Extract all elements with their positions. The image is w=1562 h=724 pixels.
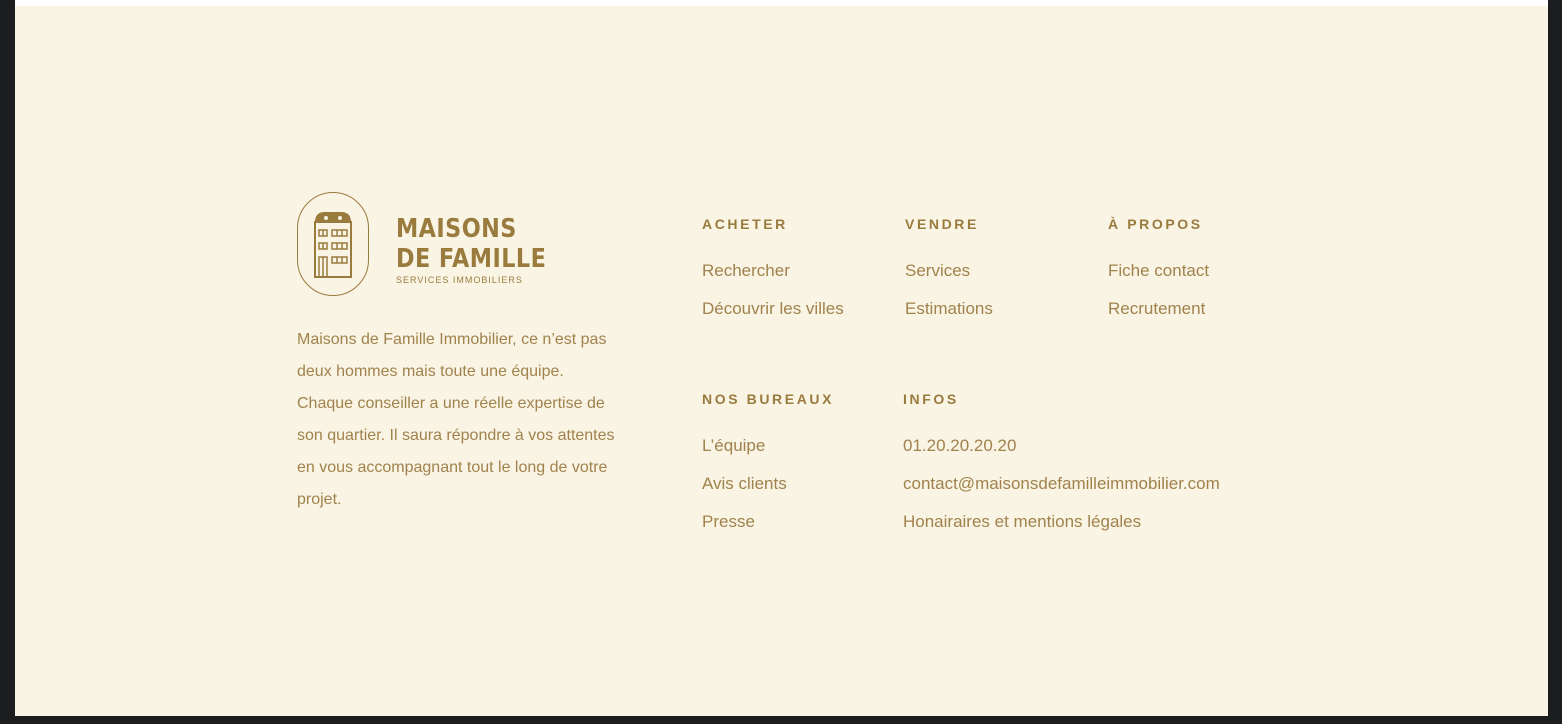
link-services[interactable]: Services: [905, 252, 993, 290]
link-presse[interactable]: Presse: [702, 503, 834, 541]
logo-wordmark[interactable]: MAISONS DE FAMILLE SERVICES IMMOBILIERS: [396, 214, 571, 285]
link-mentions-legales[interactable]: Honairaires et mentions légales: [903, 503, 1220, 541]
link-rechercher[interactable]: Rechercher: [702, 252, 844, 290]
footer-column-acheter: ACHETER Rechercher Découvrir les villes: [702, 215, 844, 328]
link-fiche-contact[interactable]: Fiche contact: [1108, 252, 1209, 290]
about-text: Maisons de Famille Immobilier, ce n’est …: [297, 331, 615, 508]
logo-line-2: DE FAMILLE: [396, 244, 547, 274]
link-decouvrir-les-villes[interactable]: Découvrir les villes: [702, 290, 844, 328]
column-title: À PROPOS: [1108, 216, 1203, 232]
logo-line-1: MAISONS: [396, 214, 517, 244]
link-avis-clients[interactable]: Avis clients: [702, 465, 834, 503]
column-title: VENDRE: [905, 216, 979, 232]
footer-column-a-propos: À PROPOS Fiche contact Recrutement: [1108, 215, 1209, 328]
link-estimations[interactable]: Estimations: [905, 290, 993, 328]
link-equipe[interactable]: L’équipe: [702, 427, 834, 465]
link-phone[interactable]: 01.20.20.20.20: [903, 427, 1220, 465]
footer-column-infos: INFOS 01.20.20.20.20 contact@maisonsdefa…: [903, 390, 1220, 541]
link-recrutement[interactable]: Recrutement: [1108, 290, 1209, 328]
column-title: NOS BUREAUX: [702, 391, 835, 407]
column-title: ACHETER: [702, 216, 788, 232]
column-title: INFOS: [903, 391, 959, 407]
top-divider: [15, 0, 1548, 6]
footer-column-nos-bureaux: NOS BUREAUX L’équipe Avis clients Presse: [702, 390, 834, 541]
house-logo-icon[interactable]: [297, 192, 369, 296]
logo-tagline: SERVICES IMMOBILIERS: [396, 275, 523, 285]
link-email[interactable]: contact@maisonsdefamilleimmobilier.com: [903, 465, 1220, 503]
footer-column-vendre: VENDRE Services Estimations: [905, 215, 993, 328]
footer: MAISONS DE FAMILLE SERVICES IMMOBILIERS …: [15, 0, 1548, 716]
